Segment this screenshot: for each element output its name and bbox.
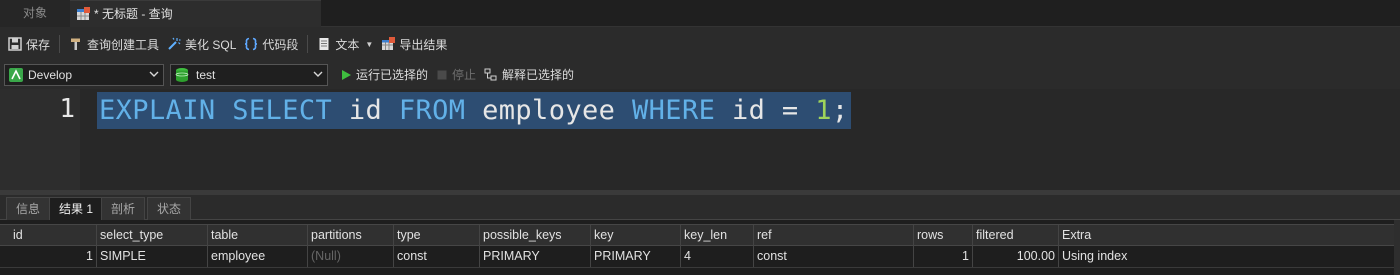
table-row[interactable]: 1 SIMPLE employee (Null) const PRIMARY P… (0, 246, 1394, 268)
tab-info[interactable]: 信息 (6, 197, 51, 220)
document-icon (319, 38, 329, 50)
save-icon (8, 37, 22, 51)
line-number: 1 (59, 94, 75, 124)
sql-keyword: WHERE (632, 95, 716, 126)
save-label: 保存 (26, 37, 51, 52)
explain-selected-button[interactable]: 解释已选择的 (480, 63, 578, 87)
run-selected-label: 运行已选择的 (356, 68, 429, 82)
sql-identifier: employee (482, 95, 616, 126)
sql-identifier: id (731, 95, 766, 126)
snippet-label: 代码段 (262, 37, 299, 52)
explain-selected-label: 解释已选择的 (502, 68, 575, 82)
tab-result-1[interactable]: 结果 1 (49, 197, 104, 220)
connection-icon (9, 67, 23, 82)
tab-query[interactable]: * 无标题 - 查询 (70, 0, 321, 27)
sql-keyword: EXPLAIN (99, 95, 216, 126)
editor-toolbar: 保存 查询创建工具 美化 SQL 代码段 文本 ▼ 导出结果 (0, 28, 1400, 60)
document-tab-bar: 对象 * 无标题 - 查询 (0, 0, 1400, 27)
cell-key[interactable]: PRIMARY (591, 246, 681, 267)
run-selected-button[interactable]: 运行已选择的 (336, 63, 432, 87)
database-icon (175, 67, 189, 82)
database-select[interactable]: test (170, 63, 328, 86)
column-header[interactable]: type (394, 225, 480, 246)
cell-rows[interactable]: 1 (914, 246, 973, 267)
line-gutter: 1 (0, 89, 80, 190)
toolbar-divider (59, 35, 61, 53)
column-header[interactable]: rows (914, 225, 973, 246)
connection-select[interactable]: Develop (4, 63, 164, 86)
cell-id[interactable]: 1 (10, 246, 97, 267)
hammer-icon (71, 38, 81, 50)
beautify-sql-label: 美化 SQL (185, 37, 237, 52)
toolbar-divider (307, 35, 309, 53)
result-tab-bar: 信息 结果 1 剖析 状态 (0, 195, 1400, 220)
cell-select-type[interactable]: SIMPLE (97, 246, 208, 267)
column-header[interactable]: ref (754, 225, 914, 246)
column-header[interactable]: filtered (973, 225, 1059, 246)
cell-table[interactable]: employee (208, 246, 308, 267)
column-header[interactable]: Extra (1059, 225, 1394, 246)
save-button[interactable]: 保存 (4, 32, 54, 56)
sql-number: 1 (815, 95, 832, 126)
tab-status[interactable]: 状态 (147, 197, 192, 220)
text-dropdown-button[interactable]: 文本 ▼ (313, 32, 377, 56)
sql-keyword: FROM (398, 95, 466, 126)
cell-key-len[interactable]: 4 (681, 246, 754, 267)
query-builder-label: 查询创建工具 (87, 37, 160, 52)
cell-ref[interactable]: const (754, 246, 914, 267)
column-header[interactable]: partitions (308, 225, 394, 246)
cell-possible-keys[interactable]: PRIMARY (480, 246, 591, 267)
cell-type[interactable]: const (394, 246, 480, 267)
column-header[interactable]: id (10, 225, 97, 246)
chevron-down-icon (149, 71, 159, 77)
connection-toolbar: Develop test 运行已选择的 停止 解释已选择的 (0, 60, 1400, 89)
export-grid-icon (382, 37, 396, 50)
magic-wand-icon (168, 37, 181, 50)
play-icon (342, 69, 351, 80)
column-header[interactable]: possible_keys (480, 225, 591, 246)
sql-identifier: id (348, 95, 383, 126)
query-builder-button[interactable]: 查询创建工具 (65, 32, 163, 56)
sql-editor[interactable]: 1 EXPLAIN SELECT id FROM employee WHERE … (0, 89, 1400, 190)
explain-icon (484, 68, 497, 80)
beautify-sql-button[interactable]: 美化 SQL (163, 32, 240, 56)
tab-profile[interactable]: 剖析 (101, 197, 146, 220)
result-grid[interactable]: id select_type table partitions type pos… (0, 220, 1400, 275)
text-label: 文本 (335, 37, 360, 52)
column-header[interactable]: table (208, 225, 308, 246)
export-results-button[interactable]: 导出结果 (377, 32, 451, 56)
sql-operator: = (781, 95, 799, 126)
sql-terminator: ; (831, 95, 849, 126)
query-grid-icon (77, 7, 90, 20)
vertical-scrollbar[interactable] (1394, 220, 1400, 275)
tab-query-label: * 无标题 - 查询 (94, 6, 173, 21)
cell-partitions[interactable]: (Null) (308, 246, 394, 267)
column-header[interactable]: select_type (97, 225, 208, 246)
stop-icon (437, 70, 447, 79)
column-header[interactable]: key_len (681, 225, 754, 246)
cell-extra[interactable]: Using index (1059, 246, 1394, 267)
braces-icon (245, 37, 258, 51)
stop-label: 停止 (452, 68, 477, 82)
stop-button[interactable]: 停止 (432, 63, 480, 87)
chevron-down-icon (313, 71, 323, 77)
sql-keyword: SELECT (232, 95, 333, 126)
connection-name: Develop (28, 67, 73, 82)
export-results-label: 导出结果 (399, 37, 448, 52)
caret-down-icon: ▼ (365, 39, 374, 49)
cell-filtered[interactable]: 100.00 (973, 246, 1059, 267)
column-header[interactable]: key (591, 225, 681, 246)
tab-objects[interactable]: 对象 (0, 0, 70, 27)
snippet-button[interactable]: 代码段 (240, 32, 302, 56)
database-name: test (196, 67, 216, 82)
grid-header-row: id select_type table partitions type pos… (0, 224, 1394, 246)
sql-code-line[interactable]: EXPLAIN SELECT id FROM employee WHERE id… (97, 92, 851, 129)
